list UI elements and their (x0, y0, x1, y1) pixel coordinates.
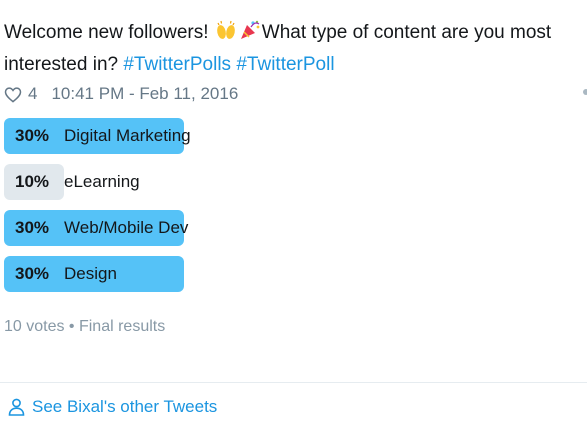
poll-choice-label: Design (64, 264, 117, 283)
tweet-timestamp[interactable]: 10:41 PM - Feb 11, 2016 (51, 84, 238, 104)
edge-dot (583, 89, 587, 95)
like-count: 4 (28, 84, 38, 103)
see-other-tweets-link[interactable]: See Bixal's other Tweets (8, 397, 217, 417)
tweet-meta: 4 10:41 PM - Feb 11, 2016 (4, 82, 238, 106)
tweet-intro: Welcome new followers! (4, 22, 209, 43)
poll-percent: 30% (15, 218, 50, 237)
poll-choice: 30% Design (4, 256, 579, 292)
poll: 30% Digital Marketing 10% eLearning 30% Web… (4, 118, 579, 302)
poll-choice-label: Web/Mobile Dev (64, 218, 189, 237)
poll-percent: 30% (15, 126, 50, 145)
poll-choice: 30% Web/Mobile Dev (4, 210, 579, 246)
poll-choice: 10% eLearning (4, 164, 579, 200)
hashtag-link[interactable]: #TwitterPolls (123, 54, 231, 75)
poll-choice-label: eLearning (64, 172, 140, 191)
heart-icon[interactable] (4, 86, 22, 103)
poll-percent: 10% (15, 172, 50, 191)
see-other-tweets-label[interactable]: See Bixal's other Tweets (32, 397, 217, 417)
person-icon (8, 398, 25, 416)
poll-percent: 30% (15, 264, 50, 283)
divider (0, 382, 587, 383)
raising-hands-emoji-icon (215, 19, 237, 50)
tweet-text: Welcome new followers! What type of cont… (4, 18, 579, 79)
hashtag-link[interactable]: #TwitterPoll (236, 54, 334, 75)
poll-choice-label: Digital Marketing (64, 126, 191, 145)
poll-choice: 30% Digital Marketing (4, 118, 579, 154)
party-popper-emoji-icon (239, 19, 261, 50)
poll-footer: 10 votes • Final results (4, 318, 166, 335)
